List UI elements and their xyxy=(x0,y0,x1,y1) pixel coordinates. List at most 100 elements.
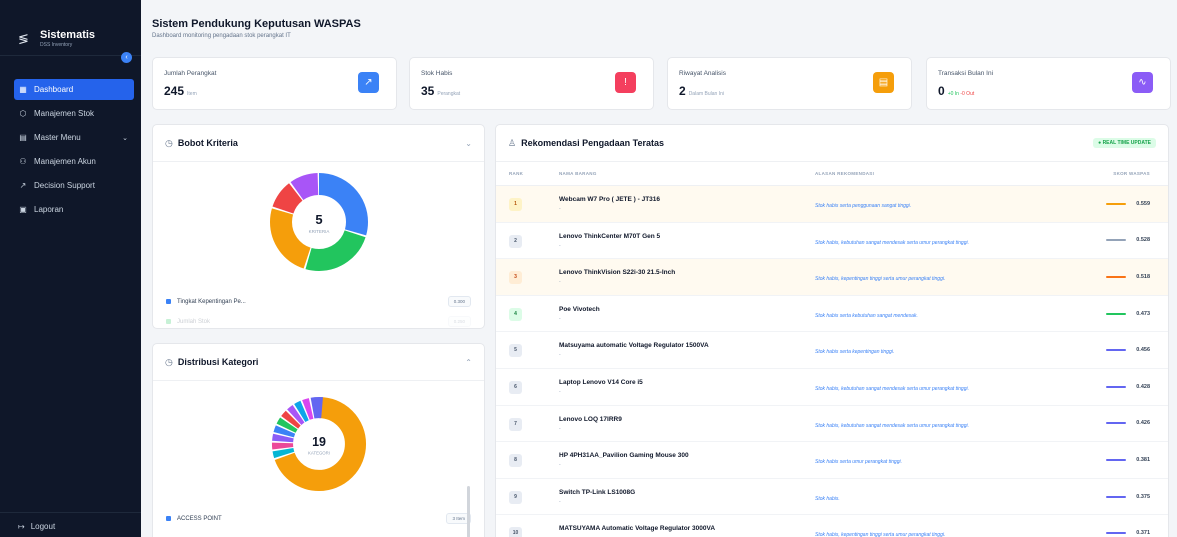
bobot-kriteria-header[interactable]: ◷ Bobot Kriteria ⌄ xyxy=(153,125,484,162)
item-name: Switch TP-Link LS1008G xyxy=(559,488,636,496)
brand[interactable]: ≶ Sistematis DSS Inventory xyxy=(0,0,141,56)
item-reason: Stok habis, kepentingan tinggi serta umu… xyxy=(815,276,946,283)
page-subtitle: Dashboard monitoring pengadaan stok pera… xyxy=(152,33,291,39)
sidebar-item-label: Manajemen Akun xyxy=(34,157,96,166)
legend-item: ACCESS POINT 3 Item xyxy=(166,513,471,524)
table-row[interactable]: 9 Switch TP-Link LS1008G - Stok habis. 0.… xyxy=(496,479,1168,516)
award-icon: ♙ xyxy=(508,137,517,148)
sidebar-item-master-menu[interactable]: ▤ Master Menu ⌄ xyxy=(14,127,134,148)
sidebar-item-manajemen-akun[interactable]: ⚇ Manajemen Akun xyxy=(14,151,134,172)
sidebar-item-decision-support[interactable]: ↗ Decision Support xyxy=(14,175,134,196)
item-name: Laptop Lenovo V14 Core i5 xyxy=(559,378,643,386)
page-title: Sistem Pendukung Keputusan WASPAS xyxy=(152,18,361,30)
item-code-placeholder: - xyxy=(559,206,561,212)
item-reason: Stok habis, kepentingan tinggi serta umu… xyxy=(815,532,946,537)
logout-button[interactable]: ↦ Logout xyxy=(0,512,141,531)
stat-label: Jumlah Perangkat xyxy=(164,70,217,77)
item-score: 0.428 xyxy=(1136,383,1150,390)
stat-value: 35 xyxy=(421,84,435,98)
item-name: MATSUYAMA Automatic Voltage Regulator 30… xyxy=(559,525,716,533)
rank-badge: 3 xyxy=(509,271,522,285)
item-name: Poe Vivotech xyxy=(559,305,600,313)
table-row[interactable]: 1 Webcam W7 Pro ( JETE ) - JT316 - Stok h… xyxy=(496,186,1168,223)
rank-badge: 6 xyxy=(509,380,522,394)
rekomendasi-header: ♙ Rekomendasi Pengadaan Teratas ● REAL T… xyxy=(496,125,1168,162)
table-row[interactable]: 10 MATSUYAMA Automatic Voltage Regulator… xyxy=(496,515,1168,537)
rank-badge: 2 xyxy=(509,234,522,248)
table-row[interactable]: 2 Lenovo ThinkCenter M70T Gen 5 - Stok ha… xyxy=(496,223,1168,260)
item-name: Lenovo ThinkVision S22i-30 21.5-Inch xyxy=(559,269,676,277)
alert-icon: ! xyxy=(615,72,636,93)
scrollbar[interactable] xyxy=(467,486,470,537)
item-reason: Stok habis serta kepentingan tinggi. xyxy=(815,349,895,356)
score-bar xyxy=(1106,422,1127,425)
item-score: 0.375 xyxy=(1136,493,1150,500)
rank-badge: 7 xyxy=(509,417,522,431)
table-row[interactable]: 8 HP 4PH31AA_Pavilion Gaming Mouse 300- … xyxy=(496,442,1168,479)
calendar-icon: ▤ xyxy=(873,72,894,93)
table-row[interactable]: 7 Lenovo LOQ 17IRR9 - Stok habis, kebutuh… xyxy=(496,406,1168,443)
stat-card: Jumlah Perangkat 245 Item ↗ xyxy=(152,57,397,110)
table-row[interactable]: 4 Poe Vivotech - Stok habis serta kebutuh… xyxy=(496,296,1168,333)
col-reason: ALASAN REKOMENDASI xyxy=(815,171,875,176)
logo-icon: ≶ xyxy=(18,30,29,46)
stat-label: Transaksi Bulan Ini xyxy=(938,70,994,77)
sidebar-item-manajemen-stok[interactable]: ⬡ Manajemen Stok xyxy=(14,103,134,124)
stat-unit: Perangkat xyxy=(437,91,461,97)
distribusi-kategori-header[interactable]: ◷ Distribusi Kategori ⌃ xyxy=(153,344,484,381)
legend-label: Tingkat Kepentingan Pe... xyxy=(177,298,246,305)
distribusi-kategori-title: Distribusi Kategori xyxy=(177,357,259,367)
app-subtitle: DSS Inventory xyxy=(40,42,73,48)
sidebar-item-laporan[interactable]: ▣ Laporan xyxy=(14,199,134,220)
donut-center-label: KATEGORI xyxy=(308,451,330,456)
sidebar: ≶ Sistematis DSS Inventory ‹ ▦ Dashboard… xyxy=(0,0,141,537)
bobot-kriteria-card: ◷ Bobot Kriteria ⌄ 5 KRITERIA Tingkat Kep… xyxy=(152,124,485,329)
realtime-badge: ● REAL TIME UPDATE xyxy=(1093,138,1156,148)
chevron-down-icon[interactable]: ⌄ xyxy=(465,139,472,148)
item-name: Matsuyama automatic Voltage Regulator 15… xyxy=(559,342,709,350)
item-score: 0.518 xyxy=(1136,273,1150,280)
stat-out: -0 Out xyxy=(960,91,975,97)
distribusi-donut-chart: 19 KATEGORI xyxy=(271,396,366,492)
trend-up-icon: ↗ xyxy=(358,72,379,93)
rank-badge: 9 xyxy=(509,490,522,504)
item-reason: Stok habis serta penggunaan sangat tingg… xyxy=(815,203,912,209)
chevron-down-icon: ⌄ xyxy=(122,134,128,142)
sidebar-item-label: Dashboard xyxy=(34,85,74,94)
database-icon: ▤ xyxy=(19,133,27,142)
stat-label: Riwayat Analisis xyxy=(679,70,726,77)
legend-item: Jumlah Stok 0.250 xyxy=(166,316,471,327)
item-score: 0.381 xyxy=(1136,456,1150,463)
col-score: SKOR WASPAS xyxy=(1113,171,1150,176)
legend-item: Tingkat Kepentingan Pe... 0.300 xyxy=(166,296,471,307)
item-code-placeholder: - xyxy=(559,352,561,359)
item-reason: Stok habis, kebutuhan sangat mendesak se… xyxy=(815,239,969,246)
rank-badge: 1 xyxy=(509,198,522,211)
sidebar-item-dashboard[interactable]: ▦ Dashboard xyxy=(14,79,134,100)
table-row[interactable]: 6 Laptop Lenovo V14 Core i5 - Stok habis,… xyxy=(496,369,1168,406)
chevron-up-icon[interactable]: ⌃ xyxy=(465,358,472,367)
sidebar-nav: ▦ Dashboard ⬡ Manajemen Stok ▤ Master Menu… xyxy=(14,79,134,223)
donut-center-value: 5 xyxy=(315,212,322,227)
table-row[interactable]: 3 Lenovo ThinkVision S22i-30 21.5-Inch - … xyxy=(496,259,1168,296)
donut-center-value: 19 xyxy=(312,435,326,449)
item-reason: Stok habis serta umur perangkat tinggi. xyxy=(815,459,902,466)
bobot-donut-chart: 5 KRITERIA xyxy=(269,173,368,271)
score-bar xyxy=(1106,275,1127,278)
app-name: Sistematis xyxy=(40,29,96,41)
item-score: 0.426 xyxy=(1136,420,1150,427)
item-reason: Stok habis. xyxy=(815,495,840,502)
item-name: HP 4PH31AA_Pavilion Gaming Mouse 300 xyxy=(559,452,689,460)
score-bar xyxy=(1106,495,1127,498)
stat-in: +0 In xyxy=(947,91,959,97)
item-reason: Stok habis serta kebutuhan sangat mendes… xyxy=(815,312,918,319)
item-code-placeholder: - xyxy=(559,425,561,432)
rank-badge: 8 xyxy=(509,454,522,468)
item-score: 0.371 xyxy=(1136,530,1150,537)
stat-card: Stok Habis 35 Perangkat ! xyxy=(409,57,654,110)
score-bar xyxy=(1106,532,1127,535)
rank-badge: 10 xyxy=(509,527,522,537)
sidebar-collapse-button[interactable]: ‹ xyxy=(121,52,132,63)
grid-icon: ▦ xyxy=(19,85,27,94)
table-row[interactable]: 5 Matsuyama automatic Voltage Regulator … xyxy=(496,332,1168,369)
